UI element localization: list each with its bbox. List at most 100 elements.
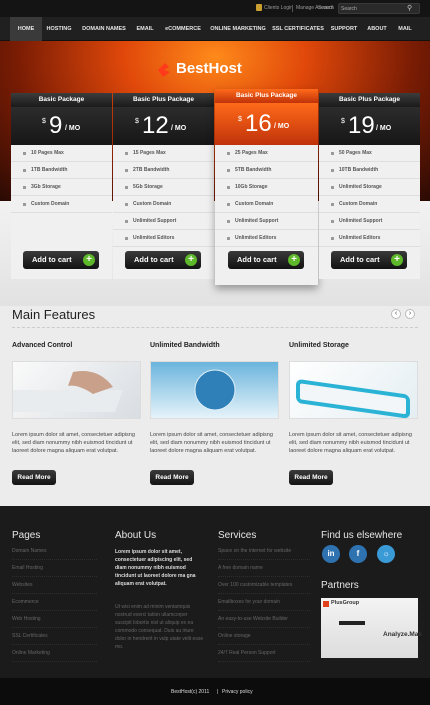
search-input[interactable] [341, 4, 403, 13]
price-value: 9 [49, 112, 63, 139]
nav-email[interactable]: EMAIL [132, 17, 158, 41]
top-bar: Clients Login Manage Account ⚲ Search [0, 0, 430, 17]
footer-service-link[interactable]: An easy-to-use Website Builder [218, 611, 310, 628]
footer-service-link[interactable]: Online storage [218, 628, 310, 645]
price-period: / MO [376, 125, 392, 132]
copyright: BestHost(c) 2011 [171, 689, 210, 695]
add-to-cart-button[interactable]: Add to cart + [228, 251, 304, 269]
feature-text: Lorem ipsum dolor sit amet, consectetuer… [12, 432, 135, 454]
plan-feature: Custom Domain [113, 196, 214, 213]
plan-price: $ 16 / MO [215, 103, 318, 145]
plan-card-featured: Basic Plus Package $ 16 / MO 25 Pages Ma… [215, 89, 318, 285]
plan-feature: Custom Domain [215, 196, 318, 213]
feature-text: Lorem ipsum dolor sit amet, consectetuer… [150, 432, 273, 454]
divider [12, 327, 418, 328]
plan-feature: Unlimited Editors [319, 230, 420, 247]
plan-feature: Unlimited Storage [319, 179, 420, 196]
plan-name: Basic Package [11, 93, 112, 107]
plan-feature: Custom Domain [319, 196, 420, 213]
footer-page-link[interactable]: SSL Certificates [12, 628, 97, 645]
add-to-cart-button[interactable]: Add to cart + [125, 251, 201, 269]
about-body-text: Ut wisi enim ad minim veniamquis nostrud… [115, 604, 204, 650]
nav-ecommerce[interactable]: eCOMMERCE [160, 17, 206, 41]
footer-services-title: Services [218, 530, 257, 541]
footer-service-link[interactable]: A free domain name [218, 560, 310, 577]
feature-title: Unlimited Bandwidth [150, 342, 220, 349]
plan-card: Basic Package $ 9 / MO 10 Pages Max 1TB … [11, 93, 112, 279]
partner-logo-icon [323, 601, 329, 607]
nav-domain-names[interactable]: DOMAIN NAMES [76, 17, 132, 41]
about-lead-text: Lorem ipsum dolor sit amet, consectetuer… [115, 549, 196, 587]
clients-login-link[interactable]: Clients Login [264, 5, 293, 11]
footer-service-link[interactable]: Over 100 customizable templates [218, 577, 310, 594]
nav-about[interactable]: ABOUT [362, 17, 392, 41]
add-to-cart-button[interactable]: Add to cart + [23, 251, 99, 269]
footer-page-link[interactable]: Online Marketing [12, 645, 97, 662]
search-label: Search [318, 5, 334, 11]
add-to-cart-label: Add to cart [340, 255, 380, 264]
footer-partners-title: Partners [321, 580, 359, 591]
partner-bar [339, 621, 365, 625]
price-value: 12 [142, 112, 169, 139]
plus-icon: + [391, 254, 403, 266]
read-more-button[interactable]: Read More [150, 470, 194, 485]
nav-home[interactable]: HOME [10, 17, 42, 41]
plan-feature: 3Gb Storage [11, 179, 112, 196]
add-to-cart-label: Add to cart [32, 255, 72, 264]
prev-arrow-icon[interactable]: ‹ [391, 309, 401, 319]
network-icon[interactable]: ☼ [377, 545, 395, 563]
nav-online-marketing[interactable]: ONLINE MARKETING [206, 17, 270, 41]
plan-feature: 15 Pages Max [113, 145, 214, 162]
bottom-bar: BestHost(c) 2011 | Privacy policy [0, 678, 430, 705]
footer-find-title: Find us elsewhere [321, 530, 403, 541]
plan-name: Basic Plus Package [319, 93, 420, 107]
plan-feature: 5Gb Storage [113, 179, 214, 196]
read-more-button[interactable]: Read More [289, 470, 333, 485]
currency-symbol: $ [238, 116, 242, 123]
plan-feature: 10TB Bandwidth [319, 162, 420, 179]
read-more-button[interactable]: Read More [12, 470, 56, 485]
add-to-cart-label: Add to cart [134, 255, 174, 264]
facebook-icon[interactable]: f [349, 545, 367, 563]
footer-service-link[interactable]: Space on the internet for website [218, 543, 310, 560]
plan-feature: Unlimited Editors [215, 230, 318, 247]
feature-title: Advanced Control [12, 342, 73, 349]
logo-text: BestHost [176, 60, 242, 77]
footer-page-link[interactable]: Email Hosting [12, 560, 97, 577]
plan-feature: 25 Pages Max [215, 145, 318, 162]
linkedin-icon[interactable]: in [322, 545, 340, 563]
logo-icon [158, 63, 170, 77]
partner-banner[interactable]: PlusGroup Analyze.Mak [321, 598, 422, 658]
privacy-policy-link[interactable]: Privacy policy [222, 689, 253, 695]
footer-pages-title: Pages [12, 530, 41, 541]
add-to-cart-button[interactable]: Add to cart + [331, 251, 407, 269]
lock-icon [256, 4, 262, 11]
currency-symbol: $ [42, 118, 46, 125]
footer-page-link[interactable]: Websites [12, 577, 97, 594]
footer-page-link[interactable]: Web Hosting [12, 611, 97, 628]
plus-icon: + [83, 254, 95, 266]
feature-text: Lorem ipsum dolor sit amet, consectetuer… [289, 432, 412, 454]
footer-service-link[interactable]: Emailboxes for your domain [218, 594, 310, 611]
footer-page-link[interactable]: Domain Names [12, 543, 97, 560]
plan-name: Basic Plus Package [215, 89, 318, 103]
next-arrow-icon[interactable]: › [405, 309, 415, 319]
footer-about-title: About Us [115, 530, 157, 541]
footer-service-link[interactable]: 24/7 Real Person Support [218, 645, 310, 662]
plan-name: Basic Plus Package [113, 93, 214, 107]
price-period: / MO [171, 125, 187, 132]
partner-tagline: Analyze.Mak [383, 631, 423, 638]
nav-ssl-certificates[interactable]: SSL CERTIFICATES [270, 17, 326, 41]
plus-icon: + [185, 254, 197, 266]
nav-support[interactable]: SUPPORT [326, 17, 362, 41]
plan-feature: 1TB Bandwidth [11, 162, 112, 179]
keyboard-hand-image [4, 371, 123, 412]
nav-hosting[interactable]: HOSTING [42, 17, 76, 41]
main-features-title: Main Features [12, 307, 96, 322]
price-period: / MO [65, 125, 81, 132]
nav-mail[interactable]: MAIL [392, 17, 418, 41]
plan-card: Basic Plus Package $ 19 / MO 50 Pages Ma… [319, 93, 420, 279]
search-icon[interactable]: ⚲ [407, 4, 412, 12]
feature-image [4, 361, 141, 419]
footer-page-link[interactable]: Ecommerce [12, 594, 97, 611]
